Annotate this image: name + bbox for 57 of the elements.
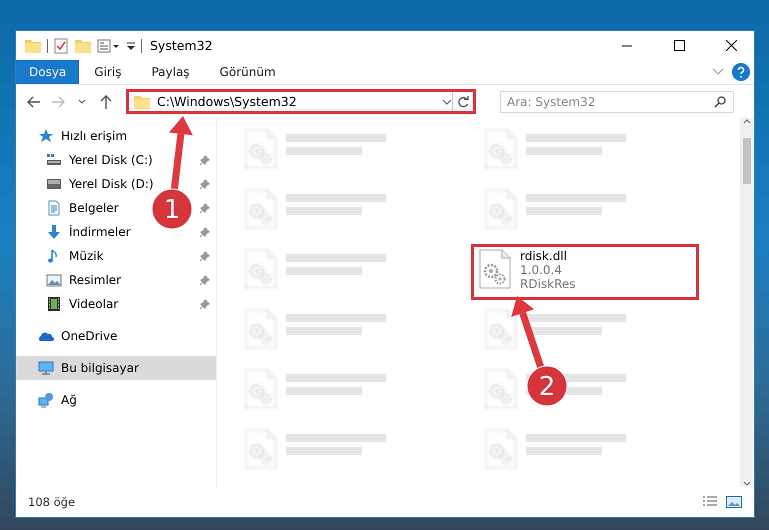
navigation-item[interactable]: OneDrive	[16, 327, 124, 345]
folder-icon	[24, 37, 42, 54]
chevron-down-icon	[743, 481, 751, 487]
ribbon-tab[interactable]: Dosya	[16, 60, 80, 84]
chevron-up-icon	[743, 118, 751, 124]
address-field[interactable]: C:\Windows\System32	[129, 92, 453, 111]
navigation-item[interactable]: Yerel Disk (D:)	[16, 175, 160, 193]
scrollbar-thumb[interactable]	[743, 138, 751, 184]
star-icon	[38, 128, 54, 144]
item-count: 108 öğe	[28, 495, 76, 509]
ribbon-tab[interactable]: Paylaş	[136, 60, 205, 84]
navigation-item[interactable]: Hızlı erişim	[16, 127, 134, 145]
monitor-icon	[38, 360, 54, 376]
file-item[interactable]: rdisk.dll 1.0.0.4 RDiskRes	[471, 244, 699, 300]
step-badge	[152, 188, 192, 230]
navigation-item[interactable]: Bu bilgisayar	[16, 359, 145, 377]
forward-arrow-icon	[51, 96, 65, 108]
step-badge	[526, 366, 568, 406]
network-icon	[38, 392, 54, 408]
drive-icon	[46, 176, 62, 192]
ribbon-tab[interactable]: Giriş	[79, 60, 136, 84]
back-arrow-icon	[27, 96, 41, 108]
settings-file-icon	[478, 249, 512, 289]
navigation-item[interactable]: Belgeler	[16, 199, 125, 217]
document-icon	[46, 200, 62, 216]
navigation-item[interactable]: İndirmeler	[16, 223, 137, 241]
scrollbar[interactable]	[740, 118, 754, 487]
up-arrow-icon	[100, 94, 112, 108]
file-detail: 1.0.0.4	[520, 263, 563, 277]
checklist-icon[interactable]	[53, 37, 69, 54]
window-title: System32	[150, 38, 213, 53]
close-icon	[726, 40, 736, 51]
help-icon[interactable]	[732, 63, 750, 81]
step-number: 1	[164, 195, 180, 225]
properties-icon[interactable]	[97, 38, 121, 54]
navigation-item[interactable]: Ağ	[16, 391, 83, 409]
folder-icon	[133, 93, 151, 110]
search-icon[interactable]	[714, 96, 726, 108]
step-number: 2	[538, 372, 556, 402]
chevron-down-icon	[78, 99, 86, 104]
search-field[interactable]: Ara: System32	[500, 90, 734, 112]
refresh-icon	[457, 96, 469, 108]
ribbon-tab[interactable]: Görünüm	[204, 60, 291, 84]
navigation-item[interactable]: Videolar	[16, 295, 124, 313]
film-icon	[46, 296, 62, 312]
navigation-item[interactable]: Resimler	[16, 271, 128, 289]
large-icons-view-icon[interactable]	[726, 495, 742, 509]
down-arrow-icon	[46, 224, 62, 240]
navigation-item[interactable]: Yerel Disk (C:)	[16, 151, 159, 169]
drive-icon	[46, 152, 62, 168]
file-detail: RDiskRes	[520, 277, 576, 291]
maximize-icon	[674, 40, 684, 51]
chevron-down-icon[interactable]	[712, 68, 724, 76]
navigation-item[interactable]: Müzik	[16, 247, 110, 265]
chevron-down-icon	[442, 98, 452, 104]
picture-icon	[46, 272, 62, 288]
file-name: rdisk.dll	[520, 249, 568, 263]
